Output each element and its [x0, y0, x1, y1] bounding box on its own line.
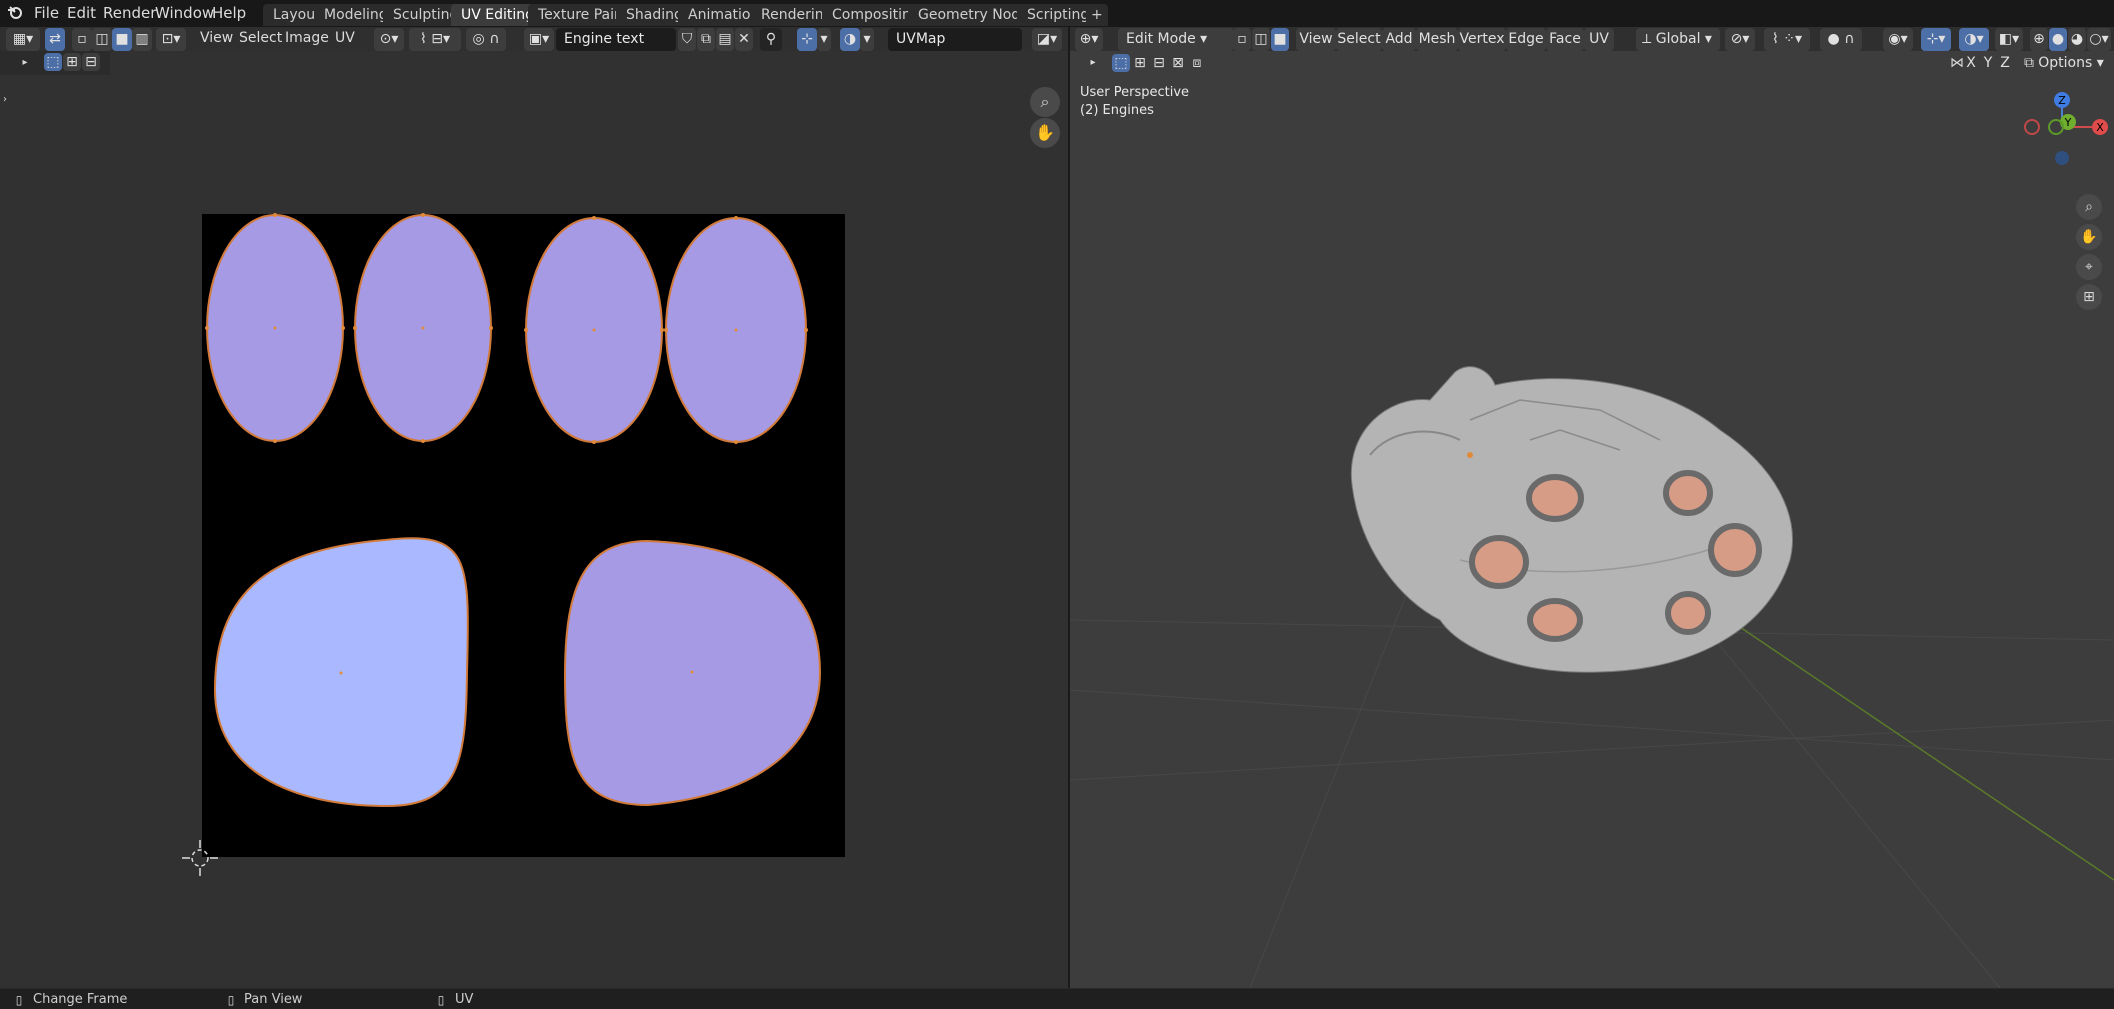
image-browse-icon[interactable]: ▣▾ — [524, 28, 554, 51]
viewport-menu-uv[interactable]: UV — [1584, 28, 1614, 51]
viewport-menu-add[interactable]: Add — [1382, 28, 1416, 51]
edge-select-icon[interactable]: ◫ — [1252, 28, 1270, 51]
gizmo-toggle-icon[interactable]: ⊹ — [797, 28, 817, 51]
3d-viewport: ⊕▾ Edit Mode ▾ ▫ ◫ ■ View Select Add Mes… — [1070, 27, 2114, 988]
select-mode-face-icon[interactable]: ■ — [112, 28, 132, 51]
uv-editor-header: ▦▾ ⇄ ▫ ◫ ■ ▥ ⊡▾ View Select Image UV ⊙▾ … — [0, 27, 1068, 51]
open-image-icon[interactable]: ▤ — [716, 28, 734, 51]
mirror-z-button[interactable]: Z — [1997, 54, 2013, 72]
sticky-select-icon[interactable]: ⊡▾ — [156, 28, 186, 51]
uv-menu-view[interactable]: View — [200, 30, 233, 46]
object-origin — [1467, 452, 1473, 458]
menu-help[interactable]: Help — [212, 4, 246, 22]
mirror-x-button[interactable]: X — [1963, 54, 1979, 72]
select-new-icon[interactable]: ⬚ — [1112, 54, 1130, 72]
options-label: Options — [2038, 55, 2093, 71]
xray-icon[interactable]: ◧▾ — [1995, 28, 2023, 51]
uv-map-field[interactable]: UVMap — [888, 28, 1022, 51]
snap-icon[interactable]: ⌇ ⊟▾ — [409, 28, 461, 51]
status-bar: ▯ Change Frame ▯ Pan View ▯ UV — [0, 988, 2114, 1009]
uv-canvas[interactable] — [0, 75, 1068, 988]
mode-label: Edit Mode — [1126, 31, 1196, 47]
shading-material-icon[interactable]: ◕ — [2068, 28, 2086, 51]
shading-wire-icon[interactable]: ⊕ — [2030, 28, 2048, 51]
viewport-menu-vertex[interactable]: Vertex — [1458, 28, 1506, 51]
viewport-menu-view[interactable]: View — [1296, 28, 1336, 51]
viewport-editor-type-icon[interactable]: ⊕▾ — [1075, 28, 1103, 51]
select-box-subtract-icon[interactable]: ⊟ — [82, 53, 100, 71]
viewport-header: ⊕▾ Edit Mode ▾ ▫ ◫ ■ View Select Add Mes… — [1070, 27, 2114, 51]
status-pan-view: Pan View — [244, 992, 303, 1007]
select-extend-icon[interactable]: ⊞ — [1131, 54, 1149, 72]
sync-selection-icon[interactable]: ⇄ — [45, 28, 65, 51]
gizmo-dropdown-icon[interactable]: ▾ — [817, 28, 831, 51]
orientation-label: Global — [1655, 31, 1701, 47]
toolbar-toggle-button[interactable]: ▸ — [1084, 54, 1102, 72]
viewport-tool-header: ▸ ⬚ ⊞ ⊟ ⊠ ⧈ ⋈ X Y Z ⧉ Options ▾ — [1070, 51, 2114, 75]
overlay-dropdown-icon[interactable]: ▾ — [860, 28, 874, 51]
fake-user-icon[interactable]: ⛉ — [678, 28, 696, 51]
orientation-dropdown[interactable]: ⟂ Global ▾ — [1636, 28, 1720, 51]
viewport-menu-select[interactable]: Select — [1336, 28, 1382, 51]
blender-logo-icon[interactable] — [6, 4, 24, 22]
menu-window[interactable]: Window — [155, 4, 214, 22]
uv-editor: ▦▾ ⇄ ▫ ◫ ■ ▥ ⊡▾ View Select Image UV ⊙▾ … — [0, 27, 1068, 988]
status-change-frame: Change Frame — [33, 992, 128, 1007]
snap-toggle-icon[interactable]: ⌇ ⁘▾ — [1764, 28, 1810, 51]
mouse-left-icon: ▯ — [15, 993, 23, 1007]
new-image-icon[interactable]: ⧉ — [697, 28, 715, 51]
viewport-menu-face[interactable]: Face — [1546, 28, 1584, 51]
options-dropdown[interactable]: Options ▾ — [2038, 54, 2104, 72]
select-mode-vertex-icon[interactable]: ▫ — [72, 28, 92, 51]
proportional-edit-icon[interactable]: ● ∩ — [1820, 28, 1862, 51]
mouse-right-icon: ▯ — [437, 993, 445, 1007]
image-name-field[interactable]: Engine text — [556, 28, 676, 51]
uv-menu-uv[interactable]: UV — [335, 30, 355, 46]
scene-view[interactable] — [1070, 75, 2114, 988]
shading-solid-icon[interactable]: ● — [2049, 28, 2067, 51]
display-channels-icon[interactable]: ◪▾ — [1032, 28, 1062, 51]
uv-menu-select[interactable]: Select — [239, 30, 282, 46]
select-mode-edge-icon[interactable]: ◫ — [92, 28, 112, 51]
toolbar-toggle-icon[interactable]: ▸ — [16, 54, 34, 72]
vertex-select-icon[interactable]: ▫ — [1233, 28, 1251, 51]
proportional-icon[interactable]: ◎ ∩ — [466, 28, 506, 51]
menu-file[interactable]: File — [34, 4, 59, 22]
select-invert-icon[interactable]: ⧈ — [1188, 54, 1206, 72]
top-bar: File Edit Render Window Help Layout Mode… — [0, 0, 2114, 27]
viewport-menu-edge[interactable]: Edge — [1506, 28, 1546, 51]
select-intersect-icon[interactable]: ⊠ — [1169, 54, 1187, 72]
menu-edit[interactable]: Edit — [67, 4, 96, 22]
unlink-icon[interactable]: ✕ — [735, 28, 753, 51]
select-box-extend-icon[interactable]: ⊞ — [63, 53, 81, 71]
mirror-y-button[interactable]: Y — [1980, 54, 1996, 72]
status-uv: UV — [455, 992, 474, 1007]
overlay-icon[interactable]: ◑ — [840, 28, 860, 51]
editor-type-icon[interactable]: ▦▾ — [6, 28, 40, 51]
select-box-new-icon[interactable]: ⬚ — [44, 53, 62, 71]
menu-render[interactable]: Render — [103, 4, 156, 22]
add-workspace-icon[interactable]: + — [1086, 4, 1108, 26]
visibility-icon[interactable]: ◉▾ — [1883, 28, 1913, 51]
pivot-icon[interactable]: ⊙▾ — [374, 28, 404, 51]
mouse-middle-icon: ▯ — [227, 993, 235, 1007]
pivot-point-icon[interactable]: ⊘▾ — [1725, 28, 1755, 51]
pin-icon[interactable]: ⚲ — [760, 28, 782, 51]
viewport-menu-mesh[interactable]: Mesh — [1416, 28, 1458, 51]
select-mode-island-icon[interactable]: ▥ — [132, 28, 152, 51]
mode-dropdown[interactable]: Edit Mode ▾ — [1118, 28, 1234, 51]
viewport-gizmo-icon[interactable]: ⊹▾ — [1921, 28, 1951, 51]
viewport-overlay-icon[interactable]: ◑▾ — [1959, 28, 1989, 51]
face-select-icon[interactable]: ■ — [1271, 28, 1289, 51]
shading-rendered-icon[interactable]: ○▾ — [2087, 28, 2111, 51]
uv-menu-image[interactable]: Image — [285, 30, 329, 46]
auto-merge-icon[interactable]: ⧉ — [2020, 54, 2038, 72]
select-subtract-icon[interactable]: ⊟ — [1150, 54, 1168, 72]
uv-tool-header: ▸ ⬚ ⊞ ⊟ — [0, 51, 110, 75]
